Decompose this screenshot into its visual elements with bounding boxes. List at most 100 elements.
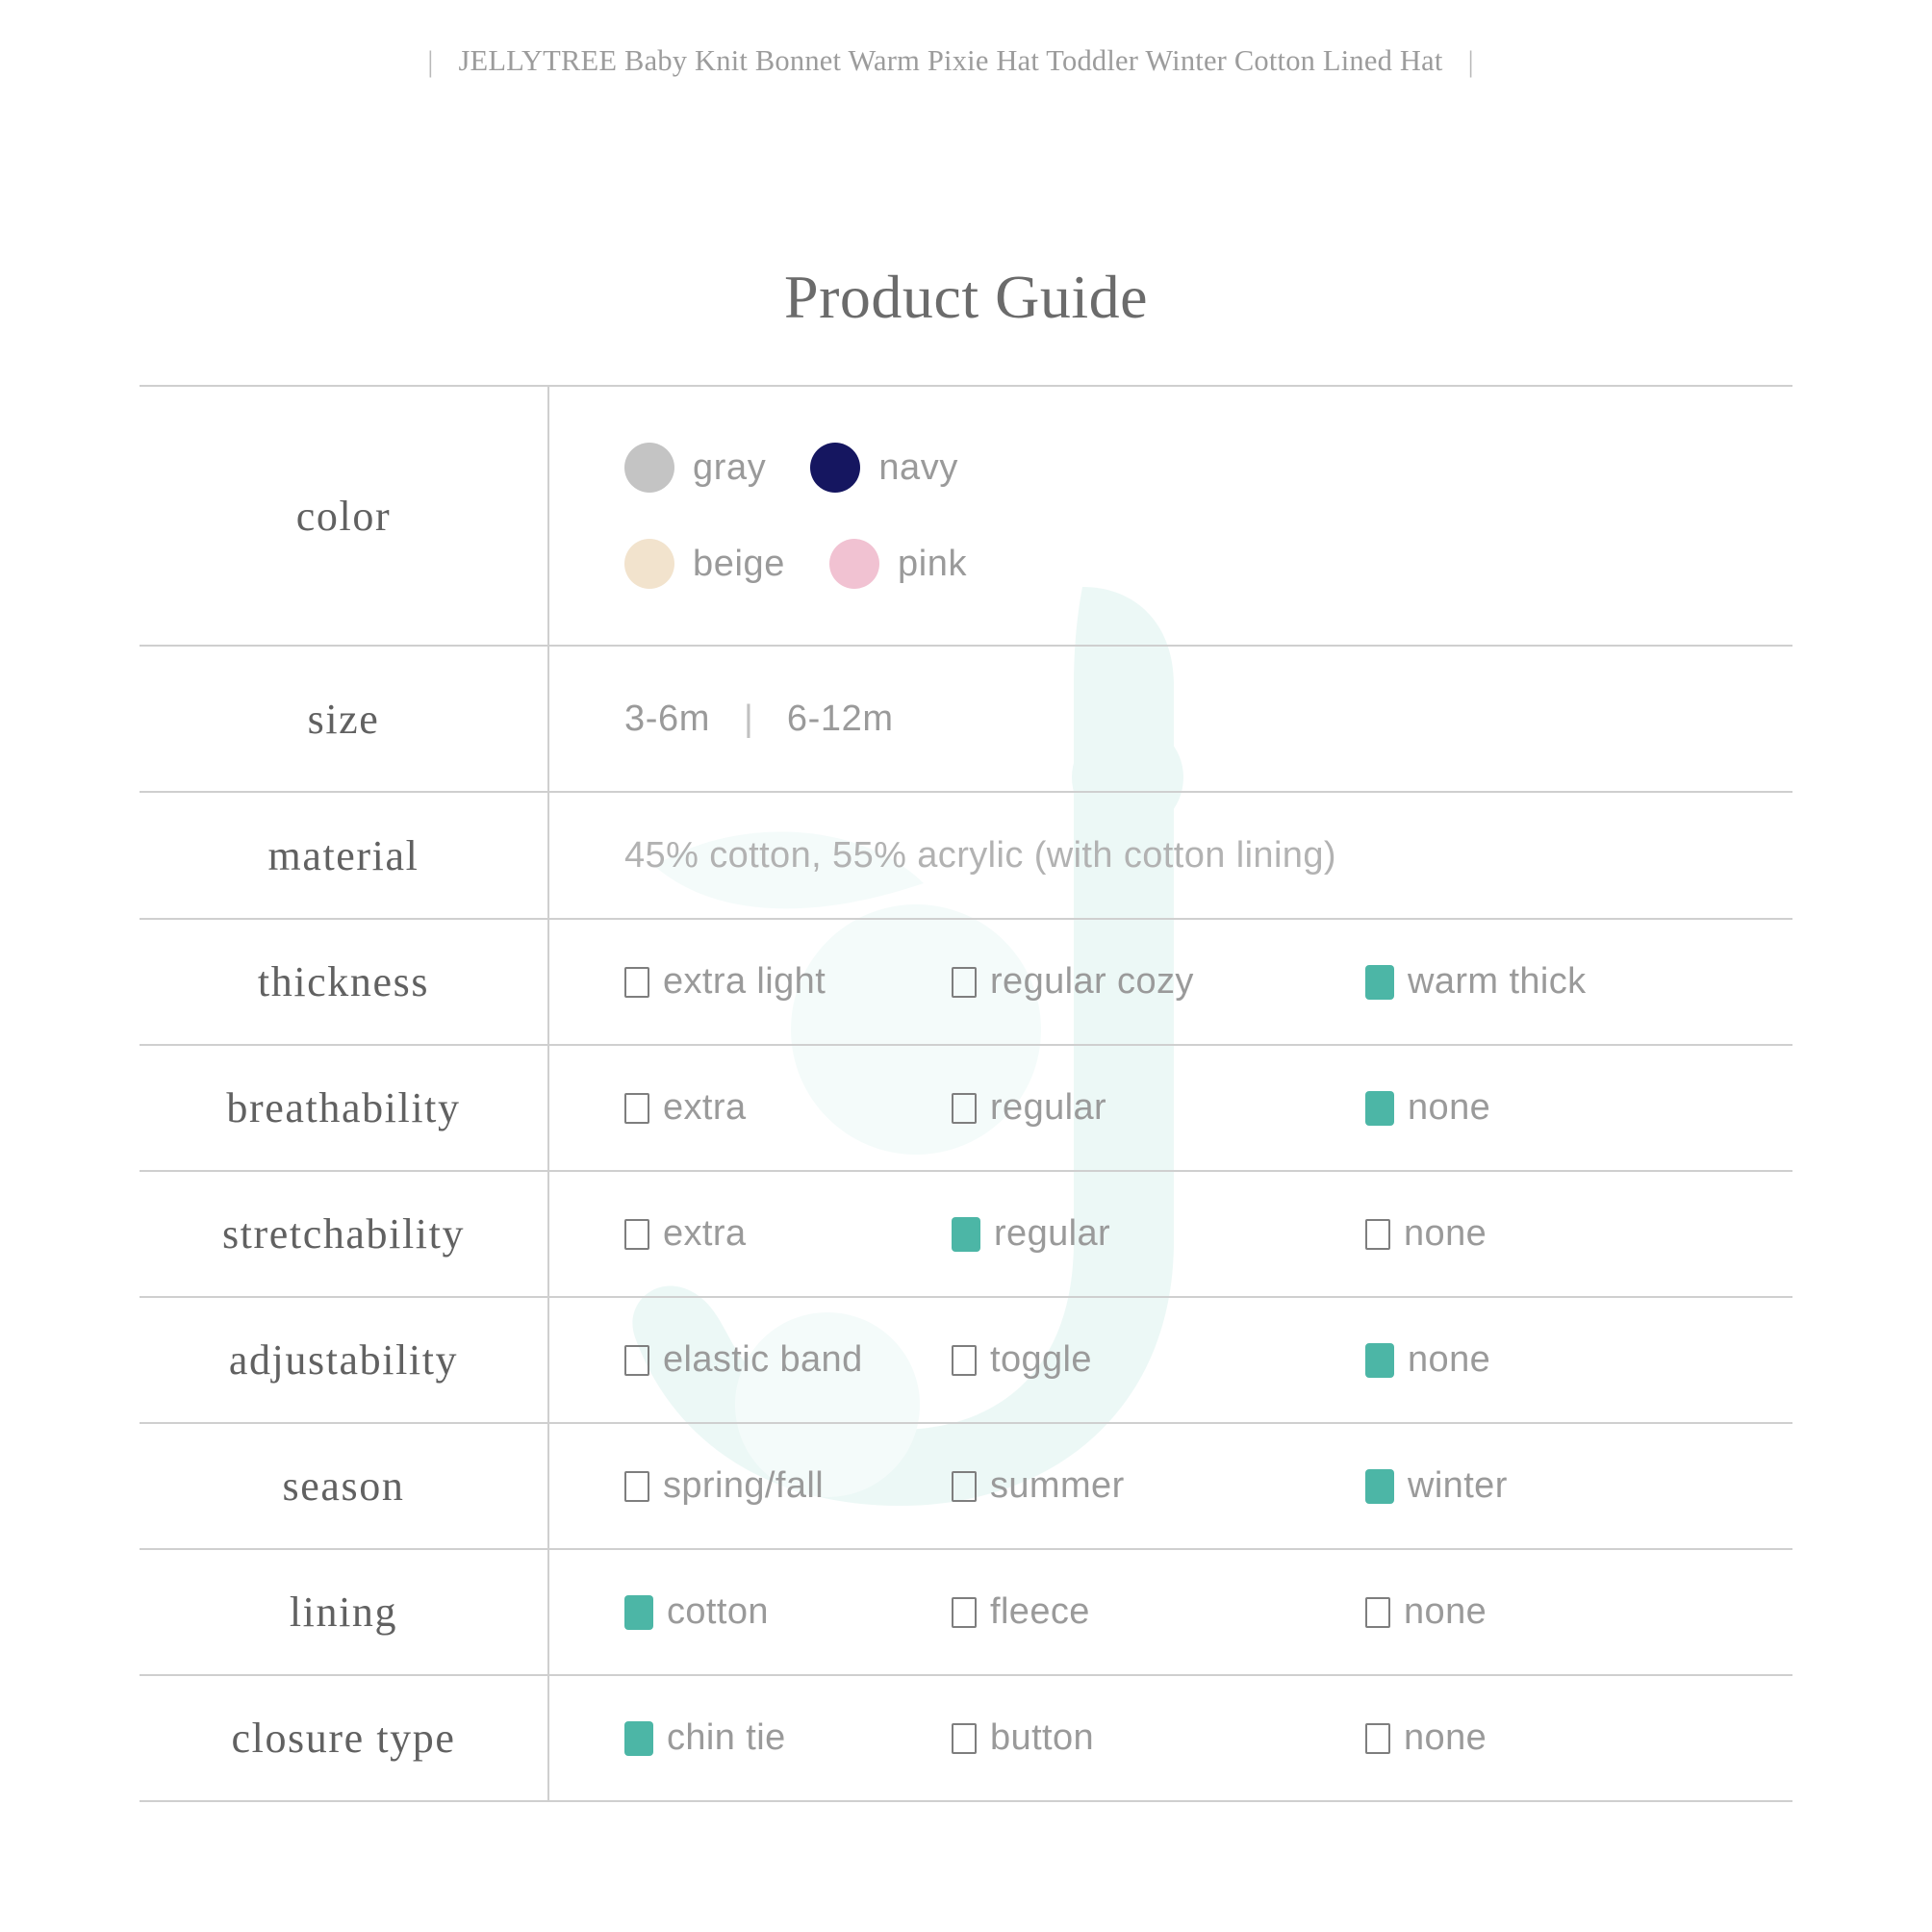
row-label-breathability: breathability <box>140 1045 549 1171</box>
checkbox-unchecked-icon[interactable] <box>952 1722 977 1754</box>
navy-swatch-icon <box>810 443 861 493</box>
option-label: regular <box>994 1213 1111 1254</box>
row-label-season: season <box>140 1423 549 1549</box>
stretchability-options: extra regular none <box>624 1213 1792 1255</box>
checkbox-unchecked-icon[interactable] <box>624 1218 649 1250</box>
row-label-size: size <box>140 646 549 792</box>
table-row-breathability: breathability extra regular none <box>140 1045 1792 1171</box>
color-option-pink[interactable]: pink <box>828 539 968 589</box>
color-option-beige[interactable]: beige <box>624 539 785 589</box>
closure-option-button[interactable]: button <box>952 1717 1365 1759</box>
row-value-adjustability: elastic band toggle none <box>548 1297 1792 1423</box>
row-label-stretchability: stretchability <box>140 1171 549 1297</box>
option-label: winter <box>1408 1465 1508 1506</box>
table-row-size: size 3-6m | 6-12m <box>140 646 1792 792</box>
checkbox-checked-icon[interactable] <box>1365 1468 1394 1504</box>
table-row-season: season spring/fall summer winter <box>140 1423 1792 1549</box>
adjustability-options: elastic band toggle none <box>624 1339 1792 1381</box>
row-value-lining: cotton fleece none <box>548 1549 1792 1675</box>
size-separator: | <box>743 698 753 739</box>
adjustability-option-toggle[interactable]: toggle <box>952 1339 1365 1381</box>
checkbox-unchecked-icon[interactable] <box>1365 1722 1390 1754</box>
product-guide-page: | JELLYTREE Baby Knit Bonnet Warm Pixie … <box>0 0 1932 1932</box>
season-option-summer[interactable]: summer <box>952 1465 1365 1507</box>
product-titlebar: | JELLYTREE Baby Knit Bonnet Warm Pixie … <box>0 37 1932 85</box>
thickness-option-extra-light[interactable]: extra light <box>624 961 952 1003</box>
breathability-option-regular[interactable]: regular <box>952 1087 1365 1129</box>
lining-option-fleece[interactable]: fleece <box>952 1591 1365 1633</box>
row-label-closure-type: closure type <box>140 1675 549 1801</box>
color-option-navy[interactable]: navy <box>810 443 958 493</box>
checkbox-checked-icon[interactable] <box>624 1720 653 1756</box>
checkbox-checked-icon[interactable] <box>624 1594 653 1630</box>
lining-option-cotton[interactable]: cotton <box>624 1591 952 1633</box>
option-label: chin tie <box>667 1717 786 1758</box>
row-value-season: spring/fall summer winter <box>548 1423 1792 1549</box>
row-label-lining: lining <box>140 1549 549 1675</box>
checkbox-checked-icon[interactable] <box>1365 1090 1394 1126</box>
checkbox-unchecked-icon[interactable] <box>952 1344 977 1376</box>
thickness-option-regular-cozy[interactable]: regular cozy <box>952 961 1365 1003</box>
breathability-options: extra regular none <box>624 1087 1792 1129</box>
closure-type-options: chin tie button none <box>624 1717 1792 1759</box>
checkbox-unchecked-icon[interactable] <box>624 1470 649 1502</box>
material-description: 45% cotton, 55% acrylic (with cotton lin… <box>624 834 1336 876</box>
titlebar-right-divider: | <box>1467 43 1474 78</box>
checkbox-unchecked-icon[interactable] <box>624 966 649 998</box>
gray-swatch-icon <box>624 443 674 493</box>
checkbox-unchecked-icon[interactable] <box>952 1596 977 1628</box>
row-value-color: gray navy beige pink <box>548 386 1792 646</box>
lining-option-none[interactable]: none <box>1365 1591 1487 1633</box>
breathability-option-extra[interactable]: extra <box>624 1087 952 1129</box>
breathability-option-none[interactable]: none <box>1365 1087 1490 1129</box>
checkbox-unchecked-icon[interactable] <box>624 1344 649 1376</box>
size-option-3-6m[interactable]: 3-6m <box>624 699 710 740</box>
option-label: extra light <box>663 961 826 1002</box>
option-label: button <box>990 1717 1095 1758</box>
option-label: summer <box>990 1465 1125 1506</box>
table-row-color: color gray navy beige pink <box>140 386 1792 646</box>
adjustability-option-elastic-band[interactable]: elastic band <box>624 1339 952 1381</box>
table-row-stretchability: stretchability extra regular none <box>140 1171 1792 1297</box>
adjustability-option-none[interactable]: none <box>1365 1339 1490 1381</box>
checkbox-unchecked-icon[interactable] <box>952 1092 977 1124</box>
row-label-adjustability: adjustability <box>140 1297 549 1423</box>
row-value-breathability: extra regular none <box>548 1045 1792 1171</box>
checkbox-unchecked-icon[interactable] <box>952 966 977 998</box>
size-option-6-12m[interactable]: 6-12m <box>787 699 894 740</box>
stretchability-option-extra[interactable]: extra <box>624 1213 952 1255</box>
season-option-winter[interactable]: winter <box>1365 1465 1508 1507</box>
row-label-material: material <box>140 792 549 919</box>
checkbox-checked-icon[interactable] <box>1365 1342 1394 1378</box>
closure-option-none[interactable]: none <box>1365 1717 1487 1759</box>
season-option-spring-fall[interactable]: spring/fall <box>624 1465 952 1507</box>
option-label: extra <box>663 1087 747 1128</box>
color-label-navy: navy <box>878 446 958 488</box>
option-label: none <box>1404 1717 1487 1758</box>
table-row-material: material 45% cotton, 55% acrylic (with c… <box>140 792 1792 919</box>
checkbox-unchecked-icon[interactable] <box>624 1092 649 1124</box>
closure-option-chin-tie[interactable]: chin tie <box>624 1717 952 1759</box>
thickness-option-warm-thick[interactable]: warm thick <box>1365 961 1587 1003</box>
checkbox-unchecked-icon[interactable] <box>1365 1218 1390 1250</box>
checkbox-checked-icon[interactable] <box>952 1216 980 1252</box>
row-value-material: 45% cotton, 55% acrylic (with cotton lin… <box>548 792 1792 919</box>
table-row-thickness: thickness extra light regular cozy warm … <box>140 919 1792 1045</box>
color-label-pink: pink <box>897 543 968 584</box>
stretchability-option-none[interactable]: none <box>1365 1213 1487 1255</box>
checkbox-checked-icon[interactable] <box>1365 964 1394 1000</box>
color-label-gray: gray <box>693 446 767 488</box>
titlebar-left-divider: | <box>427 43 434 78</box>
row-value-size: 3-6m | 6-12m <box>548 646 1792 792</box>
option-label: toggle <box>990 1339 1092 1380</box>
beige-swatch-icon <box>624 539 674 589</box>
option-label: regular cozy <box>990 961 1194 1002</box>
checkbox-unchecked-icon[interactable] <box>952 1470 977 1502</box>
option-label: spring/fall <box>663 1465 825 1506</box>
color-option-gray[interactable]: gray <box>624 443 766 493</box>
stretchability-option-regular[interactable]: regular <box>952 1213 1365 1255</box>
color-label-beige: beige <box>693 543 785 584</box>
size-options: 3-6m | 6-12m <box>624 699 1792 740</box>
option-label: extra <box>663 1213 747 1254</box>
checkbox-unchecked-icon[interactable] <box>1365 1596 1390 1628</box>
